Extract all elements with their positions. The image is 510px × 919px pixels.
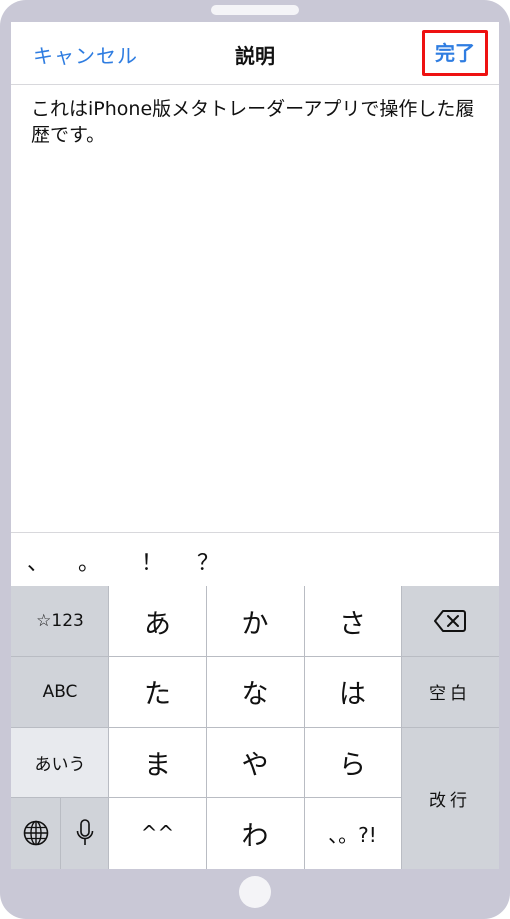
backspace-icon	[434, 610, 466, 632]
numbers-mode-key[interactable]: ☆123	[11, 586, 109, 656]
globe-icon	[23, 820, 48, 846]
key-ka[interactable]: か	[206, 586, 304, 656]
suggestion-exclamation[interactable]: ！	[141, 545, 163, 577]
microphone-key[interactable]	[60, 797, 109, 869]
navigation-bar: キャンセル 説明 完了	[11, 22, 499, 85]
screen: キャンセル 説明 完了 これはiPhone版メタトレーダーアプリで操作した履歴で…	[11, 22, 499, 869]
phone-frame: キャンセル 説明 完了 これはiPhone版メタトレーダーアプリで操作した履歴で…	[0, 0, 510, 919]
suggestion-question[interactable]: ？	[197, 545, 219, 577]
abc-mode-key[interactable]: ABC	[11, 656, 109, 727]
punctuation-key[interactable]: 、。?!	[304, 797, 401, 869]
key-wa[interactable]: わ	[206, 797, 304, 869]
description-textarea[interactable]: これはiPhone版メタトレーダーアプリで操作した履歴です。	[31, 96, 486, 148]
globe-key[interactable]	[11, 797, 60, 869]
backspace-key[interactable]	[401, 586, 499, 656]
key-ma[interactable]: ま	[109, 727, 206, 797]
key-ta[interactable]: た	[109, 656, 206, 727]
key-a[interactable]: あ	[109, 586, 206, 656]
speaker-grille	[211, 5, 299, 15]
key-na[interactable]: な	[206, 656, 304, 727]
key-ha[interactable]: は	[304, 656, 401, 727]
suggestion-comma[interactable]: 、	[27, 545, 49, 577]
kana-mode-key[interactable]: あいう	[11, 727, 109, 797]
microphone-icon	[76, 819, 93, 845]
key-ra[interactable]: ら	[304, 727, 401, 797]
suggestion-period[interactable]: 。	[78, 545, 100, 577]
return-key[interactable]: 改行	[401, 727, 499, 869]
done-button[interactable]: 完了	[422, 30, 488, 76]
divider	[11, 797, 401, 798]
emoticon-key[interactable]: ^^	[109, 797, 206, 869]
divider	[11, 656, 499, 657]
divider	[60, 797, 61, 869]
key-ya[interactable]: や	[206, 727, 304, 797]
kana-keyboard: ☆123 あ か さ ABC た な は 空白 あいう ま や ら 改行 ^^ …	[11, 586, 499, 869]
home-button[interactable]	[239, 876, 271, 908]
suggestion-bar: 、 。 ！ ？	[11, 532, 499, 587]
divider	[11, 727, 499, 728]
key-sa[interactable]: さ	[304, 586, 401, 656]
space-key[interactable]: 空白	[401, 656, 499, 727]
